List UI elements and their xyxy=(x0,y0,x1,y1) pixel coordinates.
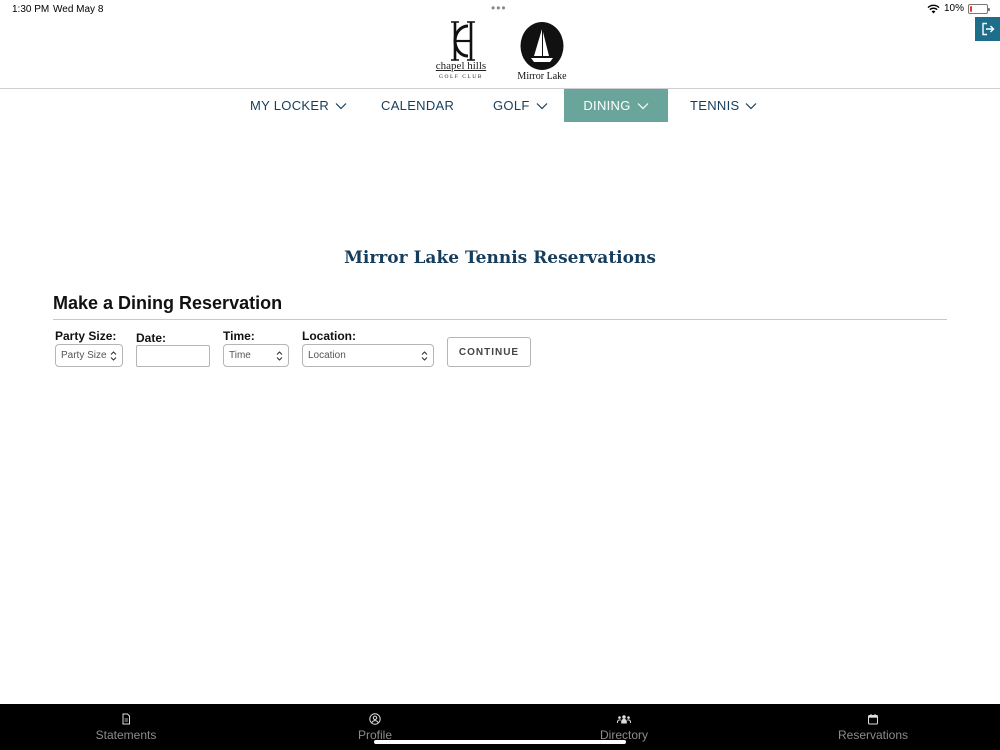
time-label: Time: xyxy=(223,329,255,343)
battery-level-fill xyxy=(970,5,972,12)
wifi-icon xyxy=(927,4,940,13)
people-icon xyxy=(617,715,631,724)
tab-label: Reservations xyxy=(837,728,909,742)
logout-icon xyxy=(981,22,994,36)
location-select[interactable]: Location xyxy=(302,344,434,367)
tab-label: Statements xyxy=(95,728,157,742)
party-size-select[interactable]: Party Size xyxy=(55,344,123,367)
location-value: Location xyxy=(308,350,346,361)
nav-item-label: TENNIS xyxy=(690,98,740,113)
nav-item-label: MY LOCKER xyxy=(250,98,330,113)
date-label: Date: xyxy=(136,331,167,345)
mirror-lake-logo[interactable]: Mirror Lake xyxy=(512,20,572,82)
user-circle-icon xyxy=(369,713,381,725)
calendar-icon xyxy=(868,714,878,725)
main-nav: MY LOCKER CALENDAR GOLF DINING TENNIS xyxy=(0,89,1000,122)
chapel-hills-logo[interactable]: chapel hills GOLF CLUB xyxy=(430,20,492,82)
home-indicator xyxy=(374,740,626,744)
nav-item-label: DINING xyxy=(583,98,631,113)
chapel-hills-logo-text: chapel hills xyxy=(435,60,487,72)
battery-percent: 10% xyxy=(943,3,964,14)
nav-item-tennis[interactable]: TENNIS xyxy=(690,89,757,122)
nav-item-calendar[interactable]: CALENDAR xyxy=(381,89,454,122)
date-input[interactable] xyxy=(136,345,210,367)
tab-statements[interactable]: Statements xyxy=(1,704,251,750)
mirror-lake-logo-text: Mirror Lake xyxy=(517,71,567,82)
document-icon xyxy=(122,713,130,725)
battery-icon xyxy=(968,3,990,14)
section-heading: Make a Dining Reservation xyxy=(53,293,283,313)
tab-reservations[interactable]: Reservations xyxy=(748,704,998,750)
logout-button[interactable] xyxy=(975,17,1000,41)
status-bar: 1:30 PM Wed May 8 ••• 10% xyxy=(0,0,1000,18)
chevron-down-icon xyxy=(335,102,347,109)
sailboat-icon xyxy=(520,22,564,70)
nav-item-golf[interactable]: GOLF xyxy=(493,89,548,122)
nav-item-dining[interactable]: DINING xyxy=(564,89,668,122)
chevron-down-icon xyxy=(536,102,548,109)
select-updown-icon xyxy=(276,351,283,361)
select-updown-icon xyxy=(421,351,428,361)
page-title: Mirror Lake Tennis Reservations xyxy=(344,248,656,268)
location-label: Location: xyxy=(302,329,356,343)
section-divider xyxy=(53,319,947,320)
more-dots-icon[interactable]: ••• xyxy=(491,1,507,15)
chapel-hills-logo-subtext: GOLF CLUB xyxy=(439,74,483,80)
select-updown-icon xyxy=(110,351,117,361)
nav-item-label: GOLF xyxy=(493,98,530,113)
time-select[interactable]: Time xyxy=(223,344,289,367)
status-indicators: 10% xyxy=(927,3,990,14)
party-size-label: Party Size: xyxy=(55,329,117,343)
continue-button[interactable]: CONTINUE xyxy=(447,337,531,367)
status-date: Wed May 8 xyxy=(53,4,104,15)
nav-item-my-locker[interactable]: MY LOCKER xyxy=(250,89,347,122)
time-value: Time xyxy=(229,350,251,361)
status-time: 1:30 PM xyxy=(12,4,50,15)
party-size-value: Party Size xyxy=(61,350,107,361)
chevron-down-icon xyxy=(746,102,757,109)
chapel-hills-monogram xyxy=(451,21,475,61)
chevron-down-icon xyxy=(637,102,649,109)
nav-item-label: CALENDAR xyxy=(381,98,455,113)
